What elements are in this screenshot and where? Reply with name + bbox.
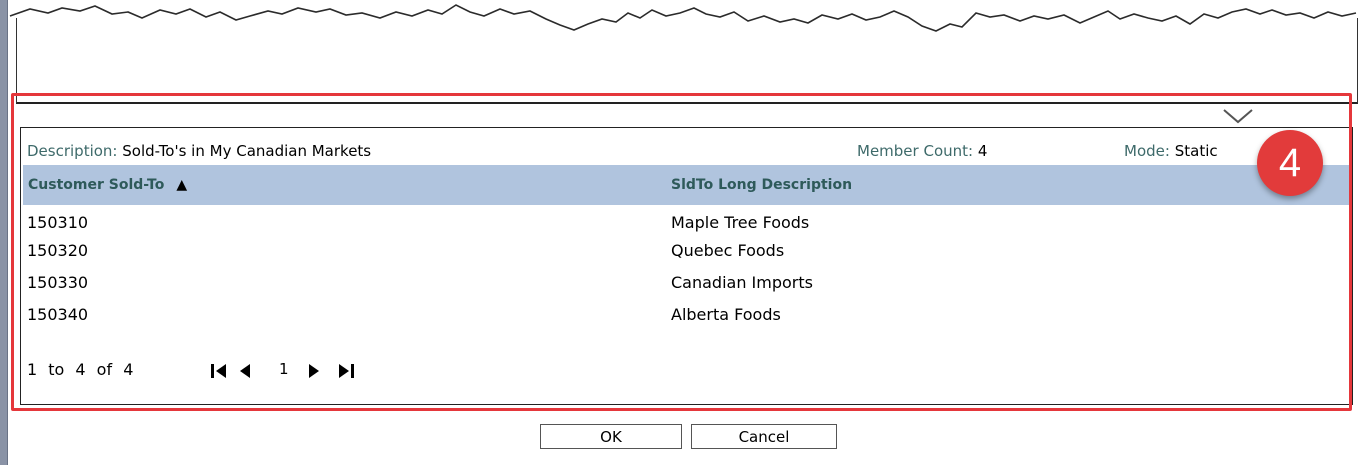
ok-button[interactable]: OK — [540, 424, 682, 449]
dialog-actions: OK Cancel — [0, 420, 1361, 456]
step-number-badge: 4 — [1257, 130, 1323, 196]
left-border — [0, 0, 8, 465]
cancel-button[interactable]: Cancel — [691, 424, 837, 449]
top-panel — [16, 18, 1358, 104]
callout-highlight-box — [11, 93, 1352, 411]
